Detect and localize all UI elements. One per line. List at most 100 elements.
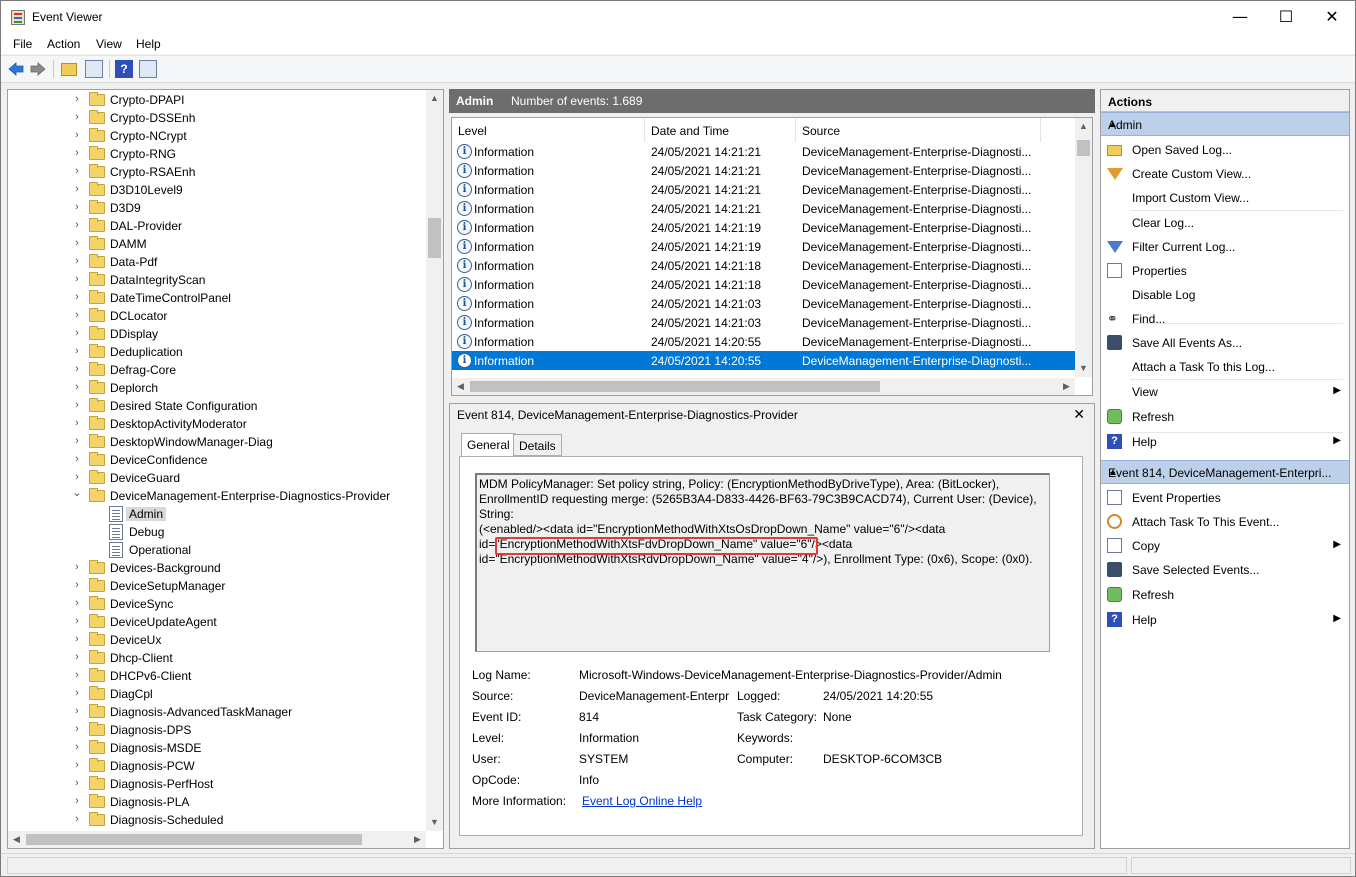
tree-item[interactable]: › DAMM bbox=[8, 235, 428, 253]
column-header-source[interactable]: Source bbox=[796, 118, 1041, 142]
tree-item[interactable]: › Crypto-RNG bbox=[8, 145, 428, 163]
tree-item[interactable]: › DHCPv6-Client bbox=[8, 667, 428, 685]
tree-item[interactable]: › D3D10Level9 bbox=[8, 181, 428, 199]
event-row[interactable]: i Information 24/05/2021 14:21:21 DeviceMan… bbox=[452, 161, 1075, 180]
chevron-right-icon[interactable]: › bbox=[71, 219, 83, 231]
tree-item[interactable]: › DCLocator bbox=[8, 307, 428, 325]
tree-item[interactable]: › DeviceConfidence bbox=[8, 451, 428, 469]
tree-item[interactable]: › Deduplication bbox=[8, 343, 428, 361]
chevron-right-icon[interactable]: › bbox=[71, 453, 83, 465]
tree-item[interactable]: › DeviceUpdateAgent bbox=[8, 613, 428, 631]
tree-item[interactable]: › Data-Pdf bbox=[8, 253, 428, 271]
chevron-right-icon[interactable]: › bbox=[71, 147, 83, 159]
event-list-horizontal-scrollbar[interactable]: ◀ ▶ bbox=[452, 378, 1075, 395]
tree-item[interactable]: › Devices-Background bbox=[8, 559, 428, 577]
action-find[interactable]: ⚭ Find... bbox=[1101, 307, 1349, 331]
chevron-right-icon[interactable]: › bbox=[71, 579, 83, 591]
tree-item[interactable]: ⌄ DeviceManagement-Enterprise-Diagnostics… bbox=[8, 487, 428, 505]
tree-item[interactable]: Operational bbox=[8, 541, 428, 559]
event-row[interactable]: i Information 24/05/2021 14:21:03 DeviceMan… bbox=[452, 294, 1075, 313]
chevron-right-icon[interactable]: › bbox=[71, 561, 83, 573]
event-log-online-help-link[interactable]: Event Log Online Help bbox=[582, 794, 702, 808]
tree-horizontal-scrollbar[interactable]: ◀ ▶ bbox=[8, 831, 426, 848]
menu-view[interactable]: View bbox=[96, 37, 122, 51]
detail-close-icon[interactable]: ✕ bbox=[1073, 406, 1085, 423]
tree-item[interactable]: › DeviceSync bbox=[8, 595, 428, 613]
chevron-right-icon[interactable]: › bbox=[71, 183, 83, 195]
chevron-right-icon[interactable]: › bbox=[71, 597, 83, 609]
tree-item[interactable]: › Desired State Configuration bbox=[8, 397, 428, 415]
tab-general[interactable]: General bbox=[461, 433, 516, 457]
tree-item[interactable]: › Defrag-Core bbox=[8, 361, 428, 379]
chevron-right-icon[interactable]: › bbox=[71, 345, 83, 357]
action-refresh[interactable]: Refresh bbox=[1101, 405, 1349, 429]
scroll-thumb[interactable] bbox=[26, 834, 362, 845]
tree-item[interactable]: › Dhcp-Client bbox=[8, 649, 428, 667]
scroll-down-arrow-icon[interactable]: ▼ bbox=[426, 814, 443, 831]
action-help[interactable]: ? Help ▶ bbox=[1101, 430, 1349, 454]
event-row[interactable]: i Information 24/05/2021 14:21:18 DeviceMan… bbox=[452, 256, 1075, 275]
event-row[interactable]: i Information 24/05/2021 14:21:19 DeviceMan… bbox=[452, 237, 1075, 256]
scroll-right-arrow-icon[interactable]: ▶ bbox=[1058, 378, 1075, 395]
open-folder-icon[interactable] bbox=[61, 63, 77, 76]
tree-item[interactable]: › Diagnosis-Scheduled bbox=[8, 811, 428, 829]
chevron-right-icon[interactable]: › bbox=[71, 381, 83, 393]
chevron-right-icon[interactable]: › bbox=[71, 93, 83, 105]
chevron-right-icon[interactable]: › bbox=[71, 111, 83, 123]
event-row[interactable]: i Information 24/05/2021 14:21:03 DeviceMan… bbox=[452, 313, 1075, 332]
chevron-right-icon[interactable]: › bbox=[71, 795, 83, 807]
event-row[interactable]: i Information 24/05/2021 14:21:18 DeviceMan… bbox=[452, 275, 1075, 294]
action-filter-current-log[interactable]: Filter Current Log... bbox=[1101, 235, 1349, 259]
scroll-thumb[interactable] bbox=[470, 381, 880, 392]
action-open-saved-log[interactable]: Open Saved Log... bbox=[1101, 138, 1349, 162]
action-import-custom-view[interactable]: Import Custom View... bbox=[1101, 186, 1349, 210]
chevron-down-icon[interactable]: ⌄ bbox=[71, 486, 83, 499]
event-row[interactable]: i Information 24/05/2021 14:21:21 DeviceMan… bbox=[452, 199, 1075, 218]
actions-section-event[interactable]: Event 814, DeviceManagement-Enterpri... … bbox=[1101, 460, 1349, 484]
action-view[interactable]: View ▶ bbox=[1101, 380, 1349, 404]
action-save-selected-events[interactable]: Save Selected Events... bbox=[1101, 558, 1349, 582]
show-hide-action-pane-icon[interactable] bbox=[139, 60, 157, 78]
chevron-right-icon[interactable]: › bbox=[71, 777, 83, 789]
event-row[interactable]: i Information 24/05/2021 14:21:21 DeviceMan… bbox=[452, 142, 1075, 161]
scroll-up-arrow-icon[interactable]: ▲ bbox=[426, 90, 443, 107]
chevron-right-icon[interactable]: › bbox=[71, 417, 83, 429]
chevron-right-icon[interactable]: › bbox=[71, 129, 83, 141]
tree-vertical-scrollbar[interactable]: ▲ ▼ bbox=[426, 90, 443, 831]
action-create-custom-view[interactable]: Create Custom View... bbox=[1101, 162, 1349, 186]
scroll-up-arrow-icon[interactable]: ▲ bbox=[1075, 118, 1092, 135]
event-message-box[interactable]: MDM PolicyManager: Set policy string, Po… bbox=[475, 473, 1050, 652]
action-attach-a-task-to-this-log[interactable]: Attach a Task To this Log... bbox=[1101, 355, 1349, 379]
chevron-right-icon[interactable]: › bbox=[71, 615, 83, 627]
maximize-button[interactable]: ☐ bbox=[1263, 1, 1309, 33]
column-header-date[interactable]: Date and Time bbox=[645, 118, 796, 142]
actions-section-admin[interactable]: Admin ▲ bbox=[1101, 112, 1349, 136]
tree-item[interactable]: › Diagnosis-PCW bbox=[8, 757, 428, 775]
action-attach-task-to-this-event[interactable]: Attach Task To This Event... bbox=[1101, 510, 1349, 534]
event-row[interactable]: i Information 24/05/2021 14:21:19 DeviceMan… bbox=[452, 218, 1075, 237]
action-refresh[interactable]: Refresh bbox=[1101, 583, 1349, 607]
column-header-level[interactable]: Level bbox=[452, 118, 645, 142]
event-row[interactable]: i Information 24/05/2021 14:20:55 DeviceMan… bbox=[452, 351, 1075, 370]
chevron-right-icon[interactable]: › bbox=[71, 759, 83, 771]
tree-item[interactable]: › DataIntegrityScan bbox=[8, 271, 428, 289]
event-row[interactable]: i Information 24/05/2021 14:21:21 DeviceMan… bbox=[452, 180, 1075, 199]
chevron-right-icon[interactable]: › bbox=[71, 813, 83, 825]
action-copy[interactable]: Copy ▶ bbox=[1101, 534, 1349, 558]
action-save-all-events-as[interactable]: Save All Events As... bbox=[1101, 331, 1349, 355]
chevron-right-icon[interactable]: › bbox=[71, 723, 83, 735]
tree-item[interactable]: › DiagCpl bbox=[8, 685, 428, 703]
scroll-left-arrow-icon[interactable]: ◀ bbox=[8, 831, 25, 848]
scroll-left-arrow-icon[interactable]: ◀ bbox=[452, 378, 469, 395]
minimize-button[interactable]: — bbox=[1217, 1, 1263, 33]
action-disable-log[interactable]: Disable Log bbox=[1101, 283, 1349, 307]
chevron-right-icon[interactable]: › bbox=[71, 363, 83, 375]
scroll-thumb[interactable] bbox=[1077, 140, 1090, 156]
tree-item[interactable]: › Diagnosis-MSDE bbox=[8, 739, 428, 757]
chevron-right-icon[interactable]: › bbox=[71, 291, 83, 303]
chevron-right-icon[interactable]: › bbox=[71, 633, 83, 645]
chevron-right-icon[interactable]: › bbox=[71, 327, 83, 339]
tree-item[interactable]: › Diagnosis-DPS bbox=[8, 721, 428, 739]
scroll-right-arrow-icon[interactable]: ▶ bbox=[409, 831, 426, 848]
chevron-right-icon[interactable]: › bbox=[71, 669, 83, 681]
